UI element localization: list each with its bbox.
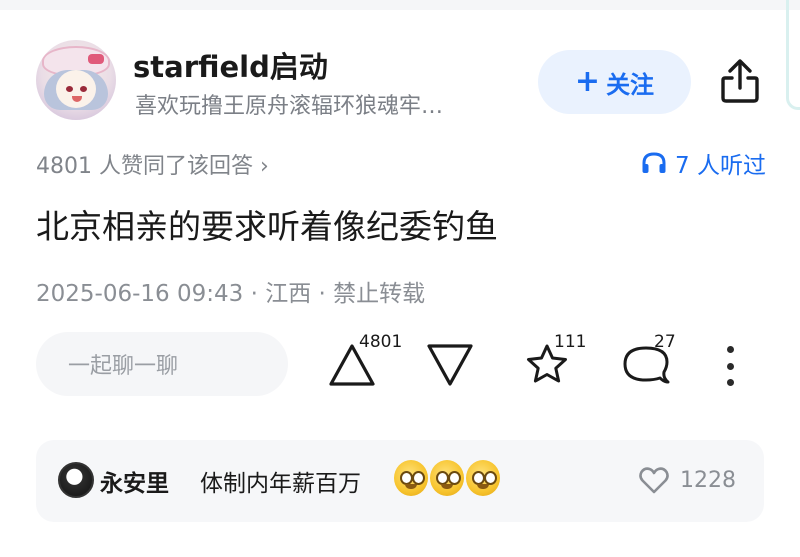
comment-text: 体制内年薪百万 xyxy=(200,471,361,497)
follow-label: 关注 xyxy=(606,70,655,99)
comment-emojis xyxy=(394,460,500,496)
top-strip xyxy=(0,0,800,10)
downvote-icon xyxy=(427,344,473,386)
likes-summary-link[interactable]: 4801 人赞同了该回答 › xyxy=(36,148,269,180)
comment-like-button[interactable]: 1228 xyxy=(638,466,736,494)
favorite-button[interactable]: 111 xyxy=(520,332,586,392)
drooling-face-icon xyxy=(394,460,428,496)
more-dot xyxy=(726,362,734,370)
heart-icon xyxy=(639,467,669,494)
plus-icon: + xyxy=(574,64,601,99)
answer-title[interactable]: 北京相亲的要求听着像纪委钓鱼 xyxy=(36,200,498,248)
upvote-count: 4801 xyxy=(359,332,403,352)
comment-count: 27 xyxy=(654,332,676,352)
author-avatar[interactable] xyxy=(36,40,116,120)
right-edge-decoration xyxy=(786,0,800,110)
author-bio: 喜欢玩撸王原舟滚辐环狼魂牢… xyxy=(135,94,444,119)
drooling-face-icon xyxy=(466,460,500,496)
chevron-right-icon: › xyxy=(259,154,269,179)
commenter-avatar[interactable] xyxy=(58,462,94,498)
favorite-count: 111 xyxy=(554,332,587,352)
share-icon xyxy=(721,59,759,103)
hot-comment[interactable]: 永安里 体制内年薪百万 1228 xyxy=(36,440,764,522)
listen-text: 7 人听过 xyxy=(675,153,766,179)
downvote-button[interactable] xyxy=(424,336,476,392)
commenter-name[interactable]: 永安里 xyxy=(100,464,169,498)
likes-summary-text: 4801 人赞同了该回答 xyxy=(36,154,253,179)
more-dot xyxy=(726,379,734,386)
headphones-icon xyxy=(642,152,666,173)
follow-button[interactable]: + 关注 xyxy=(538,50,691,114)
comment-input[interactable]: 一起聊一聊 xyxy=(36,332,288,396)
more-dot xyxy=(726,346,734,353)
listen-count[interactable]: 7 人听过 xyxy=(641,146,766,180)
comment-like-count: 1228 xyxy=(680,467,736,493)
upvote-button[interactable]: 4801 xyxy=(326,332,402,392)
answer-meta: 2025-06-16 09:43 · 江西 · 禁止转载 xyxy=(36,281,426,307)
share-button[interactable] xyxy=(716,56,764,106)
drooling-face-icon xyxy=(430,460,464,496)
author-name[interactable]: starfield启动 xyxy=(133,44,328,86)
more-options-button[interactable] xyxy=(718,346,742,386)
comments-button[interactable]: 27 xyxy=(620,332,676,392)
